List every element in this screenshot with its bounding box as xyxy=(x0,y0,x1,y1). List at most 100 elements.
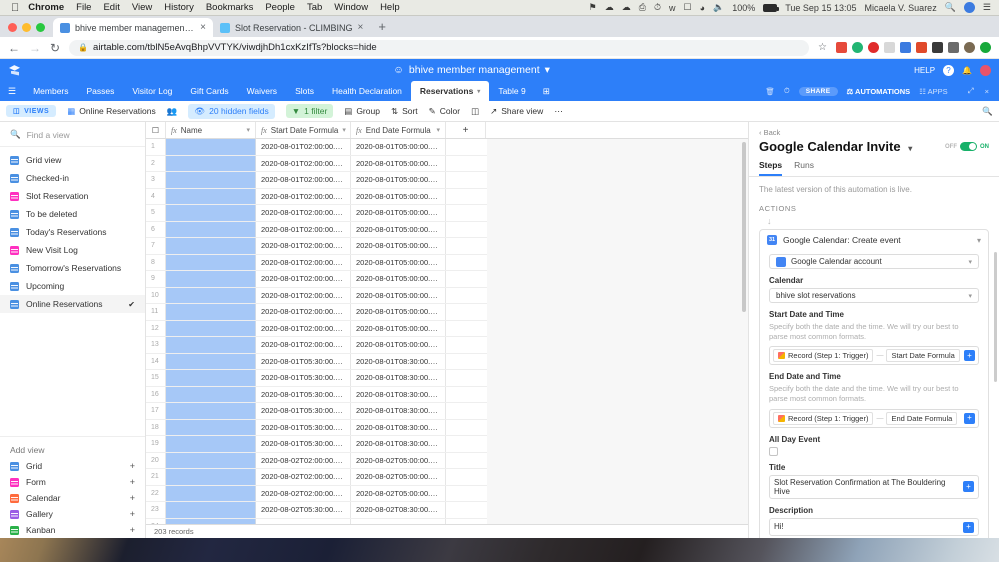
search-icon[interactable]: 🔍 xyxy=(982,106,993,117)
siri-icon[interactable] xyxy=(963,2,975,13)
cell-name[interactable] xyxy=(166,419,256,435)
bluetooth-icon[interactable]: w xyxy=(669,3,676,13)
cell-start-date[interactable]: 2020-08-01T02:00:00.0… xyxy=(261,142,345,151)
cell-end-date[interactable]: 2020-08-01T08:30:00.0… xyxy=(356,406,440,415)
add-view-item[interactable]: Form + xyxy=(0,474,145,490)
current-view-button[interactable]: ▦ Online Reservations xyxy=(67,106,156,117)
menu-item-chrome[interactable]: Chrome xyxy=(28,2,64,13)
cell-end-date[interactable]: 2020-08-01T08:30:00.0… xyxy=(356,357,440,366)
cell-start-date[interactable]: 2020-08-01T02:00:00.0… xyxy=(261,324,345,333)
menu-item-tab[interactable]: Tab xyxy=(307,2,322,13)
cell-end-date[interactable]: 2020-08-01T05:00:00.0… xyxy=(356,307,440,316)
cell-name[interactable] xyxy=(166,271,256,287)
help-label[interactable]: HELP xyxy=(914,66,935,75)
cell-start-date[interactable]: 2020-08-01T02:00:00.0… xyxy=(261,307,345,316)
cell-start-date[interactable]: 2020-08-02T02:00:00.0… xyxy=(261,472,345,481)
cell-start-date[interactable]: 2020-08-01T05:30:00.0… xyxy=(261,423,345,432)
spotlight-icon[interactable]: 🔍 xyxy=(945,2,956,13)
menu-item-view[interactable]: View xyxy=(132,2,152,13)
cell-end-date[interactable]: 2020-08-02T05:00:00.0… xyxy=(356,472,440,481)
cell-end-date[interactable]: 2020-08-01T05:00:00.0… xyxy=(356,159,440,168)
row-number[interactable]: 14 xyxy=(146,353,166,369)
table-tab-reservations[interactable]: Reservations ▾ xyxy=(410,81,490,101)
extension-icon-4[interactable] xyxy=(884,42,895,53)
toggle-switch[interactable] xyxy=(960,142,977,151)
add-view-item[interactable]: Grid + xyxy=(0,458,145,474)
menu-item-edit[interactable]: Edit xyxy=(103,2,119,13)
battery-icon[interactable] xyxy=(763,3,780,12)
sidebar-view-item[interactable]: Today's Reservations xyxy=(0,223,145,241)
row-number[interactable]: 15 xyxy=(146,370,166,386)
row-number[interactable]: 5 xyxy=(146,205,166,221)
menu-clock[interactable]: Tue Sep 15 13:05 xyxy=(785,3,856,13)
cell-name[interactable] xyxy=(166,353,256,369)
row-number[interactable]: 9 xyxy=(146,271,166,287)
extension-icon-1[interactable] xyxy=(836,42,847,53)
extension-icon-6[interactable] xyxy=(916,42,927,53)
cell-start-date[interactable]: 2020-08-01T02:00:00.0… xyxy=(261,208,345,217)
cell-end-date[interactable]: 2020-08-01T05:00:00.0… xyxy=(356,241,440,250)
cell-start-date[interactable]: 2020-08-02T02:00:00.0… xyxy=(261,489,345,498)
extension-icon-3[interactable] xyxy=(868,42,879,53)
chevron-down-icon[interactable]: ▾ xyxy=(246,126,250,134)
menu-item-people[interactable]: People xyxy=(265,2,295,13)
column-header-name[interactable]: fx Name ▾ xyxy=(166,122,256,138)
sidebar-view-item[interactable]: Online Reservations ✔ xyxy=(0,295,145,313)
google-account-select[interactable]: Google Calendar account ▾ xyxy=(769,254,979,269)
cell-name[interactable] xyxy=(166,155,256,171)
extension-icon-2[interactable] xyxy=(852,42,863,53)
all-day-event-checkbox[interactable] xyxy=(769,446,778,456)
chevron-down-icon[interactable]: ▾ xyxy=(977,236,981,245)
browser-tab-1[interactable]: bhive member management: R × xyxy=(53,18,213,37)
cell-start-date[interactable]: 2020-08-01T02:00:00.0… xyxy=(261,291,345,300)
description-insert-token-button[interactable]: + xyxy=(963,521,974,533)
cell-name[interactable] xyxy=(166,205,256,221)
cell-start-date[interactable]: 2020-08-02T05:30:00.0… xyxy=(261,505,345,514)
cell-end-date[interactable]: 2020-08-01T05:00:00.0… xyxy=(356,208,440,217)
table-tab-health-declaration[interactable]: Health Declaration xyxy=(323,81,411,101)
row-number[interactable]: 1 xyxy=(146,139,166,155)
column-header-end-date[interactable]: fx End Date Formula ▾ xyxy=(351,122,446,138)
add-view-plus-icon[interactable]: + xyxy=(130,525,135,535)
tab-runs[interactable]: Runs xyxy=(794,158,814,176)
cell-end-date[interactable]: 2020-08-01T08:30:00.0… xyxy=(356,439,440,448)
column-header-start-date[interactable]: fx Start Date Formula ▾ xyxy=(256,122,351,138)
row-number[interactable]: 23 xyxy=(146,502,166,518)
cell-name[interactable] xyxy=(166,469,256,485)
automations-button[interactable]: ⚖ AUTOMATIONS xyxy=(847,87,911,96)
screen-icon[interactable]: ☐ xyxy=(683,2,691,13)
cell-start-date[interactable]: 2020-08-01T02:00:00.0… xyxy=(261,159,345,168)
sidebar-view-item[interactable]: New Visit Log xyxy=(0,241,145,259)
minimize-window-button[interactable] xyxy=(22,23,31,32)
tab-steps[interactable]: Steps xyxy=(759,158,783,176)
row-number[interactable]: 8 xyxy=(146,254,166,270)
filter-button[interactable]: ▼ 1 filter xyxy=(285,104,334,118)
cell-name[interactable] xyxy=(166,238,256,254)
cell-start-date[interactable]: 2020-08-01T05:30:00.0… xyxy=(261,406,345,415)
add-view-item[interactable]: Gallery + xyxy=(0,506,145,522)
row-number[interactable]: 3 xyxy=(146,172,166,188)
add-view-plus-icon[interactable]: + xyxy=(130,493,135,503)
cell-end-date[interactable]: 2020-08-01T05:00:00.0… xyxy=(356,192,440,201)
panel-back-button[interactable]: ‹ Back xyxy=(749,122,999,139)
window-traffic-lights[interactable] xyxy=(8,23,53,37)
end-record-token[interactable]: Record (Step 1: Trigger) xyxy=(773,411,874,425)
more-options-button[interactable]: ⋯ xyxy=(554,106,563,117)
row-number[interactable]: 6 xyxy=(146,221,166,237)
add-field-button[interactable]: + xyxy=(446,122,486,138)
table-tab-passes[interactable]: Passes xyxy=(78,81,124,101)
printer-icon[interactable]: ⎙ xyxy=(639,2,646,13)
forward-icon[interactable]: → xyxy=(29,41,41,55)
share-view-button[interactable]: ↗ Share view xyxy=(490,106,543,117)
collaborators-icon[interactable]: 👥 xyxy=(167,106,178,117)
row-number[interactable]: 17 xyxy=(146,403,166,419)
cell-end-date[interactable]: 2020-08-01T05:00:00.0… xyxy=(356,175,440,184)
step-header[interactable]: 31 Google Calendar: Create event ▾ xyxy=(760,230,988,250)
cell-start-date[interactable]: 2020-08-01T02:00:00.0… xyxy=(261,241,345,250)
cell-name[interactable] xyxy=(166,403,256,419)
calendar-select[interactable]: bhive slot reservations ▾ xyxy=(769,288,979,303)
sort-button[interactable]: ⇅ Sort xyxy=(391,106,418,117)
cell-name[interactable] xyxy=(166,436,256,452)
cell-start-date[interactable]: 2020-08-01T02:00:00.0… xyxy=(261,258,345,267)
wifi-icon[interactable]: ◕ xyxy=(700,3,705,13)
